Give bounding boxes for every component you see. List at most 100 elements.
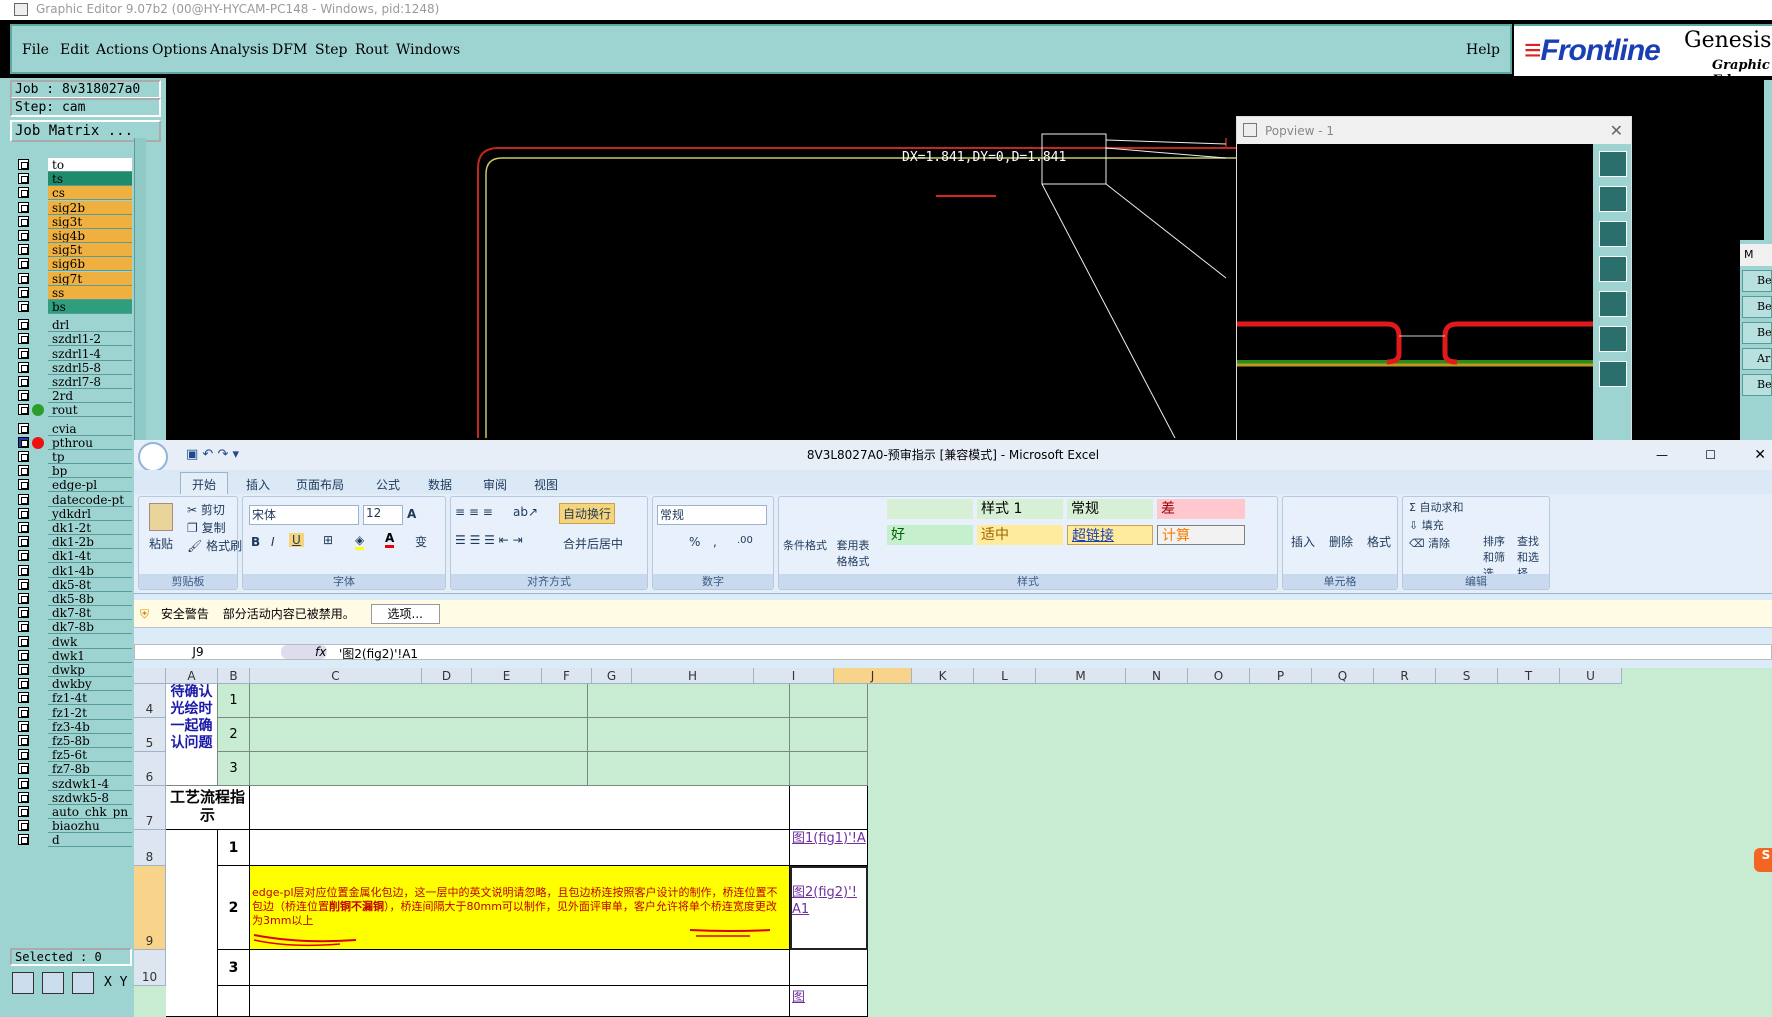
layer-name[interactable]: edge-pl <box>48 478 132 493</box>
layer-checkbox[interactable] <box>18 806 29 817</box>
layer-name[interactable]: 2rd <box>48 389 132 404</box>
style-normal[interactable]: 常规 <box>1067 499 1153 519</box>
layer-name[interactable]: szdrl1-4 <box>48 346 132 361</box>
style-1[interactable]: 样式 1 <box>977 499 1063 519</box>
style-hyperlink[interactable]: 超链接 <box>1067 525 1153 545</box>
layer-name[interactable]: dk1-4t <box>48 549 132 564</box>
menu-step[interactable]: Step <box>315 42 347 58</box>
layer-checkbox[interactable] <box>18 361 29 373</box>
layer-name[interactable]: pthrou <box>48 435 132 450</box>
layer-name[interactable]: ss <box>48 285 132 300</box>
cell-h5[interactable] <box>588 718 790 752</box>
cell-c11[interactable] <box>250 986 790 1017</box>
layer-name[interactable]: szdrl1-2 <box>48 332 132 347</box>
security-options-button[interactable]: 选项... <box>370 604 440 624</box>
format-as-table-button[interactable]: 套用表格格式 <box>833 537 873 569</box>
column-header[interactable]: M <box>1036 668 1126 684</box>
menu-windows[interactable]: Windows <box>396 42 460 58</box>
style-good[interactable]: 好 <box>887 525 973 545</box>
layer-checkbox[interactable] <box>18 436 29 448</box>
layer-checkbox[interactable] <box>18 735 29 746</box>
font-name-select[interactable]: 宋体 <box>249 505 359 525</box>
row-header[interactable]: 7 <box>134 786 166 830</box>
quick-access-save-icon[interactable]: ▣ ↶ ↷ ▾ <box>186 440 239 470</box>
tab-formulas[interactable]: 公式 <box>376 476 400 493</box>
column-header[interactable]: B <box>218 668 250 684</box>
column-header[interactable]: O <box>1188 668 1250 684</box>
layer-name[interactable]: sig2b <box>48 200 132 215</box>
layer-name[interactable]: ts <box>48 172 132 187</box>
layer-checkbox[interactable] <box>18 664 29 675</box>
layer-checkbox[interactable] <box>18 578 29 590</box>
column-header[interactable]: N <box>1126 668 1188 684</box>
cell-b8[interactable]: 1 <box>218 830 250 866</box>
grow-font-button[interactable]: A <box>407 507 416 521</box>
column-header[interactable]: I <box>754 668 834 684</box>
layer-row[interactable]: szdrl1-4 <box>12 346 132 361</box>
pan-down-icon[interactable] <box>1599 221 1627 247</box>
layer-row[interactable]: fz3-4b <box>12 719 132 734</box>
layer-checkbox[interactable] <box>18 422 29 434</box>
layer-checkbox[interactable] <box>18 536 29 548</box>
layer-checkbox[interactable] <box>18 621 29 633</box>
layer-row[interactable]: szdrl1-2 <box>12 332 132 347</box>
column-header[interactable]: F <box>542 668 592 684</box>
layer-name[interactable]: bs <box>48 300 132 314</box>
layer-checkbox[interactable] <box>18 286 29 298</box>
close-excel-icon[interactable]: ✕ <box>1754 440 1766 470</box>
layer-name[interactable]: dwk <box>48 634 132 649</box>
layer-row[interactable]: ydkdrl <box>12 506 132 521</box>
layer-row[interactable]: sig5t <box>12 243 132 258</box>
menu-edit[interactable]: Edit <box>60 42 89 58</box>
layer-checkbox[interactable] <box>18 749 29 761</box>
increase-decimal-button[interactable]: .00 <box>737 535 753 546</box>
layer-name[interactable]: sig3t <box>48 214 132 229</box>
font-size-select[interactable]: 12 <box>363 505 403 525</box>
layer-checkbox[interactable] <box>18 550 29 562</box>
fill-color-icon[interactable]: ◈ <box>355 533 365 550</box>
layer-name[interactable]: dk5-8b <box>48 592 132 606</box>
stub-item[interactable]: Be <box>1742 322 1772 344</box>
wrap-text-button[interactable]: 自动换行 <box>559 503 616 524</box>
row-header[interactable]: 10 <box>134 950 166 986</box>
tab-home[interactable]: 开始 <box>180 472 228 494</box>
stub-item[interactable]: Ar <box>1742 348 1772 370</box>
zoom-tool-icon[interactable] <box>12 972 34 994</box>
cell-j5[interactable] <box>790 718 868 752</box>
paste-button[interactable]: 粘贴 <box>149 535 173 552</box>
italic-button[interactable]: I <box>271 535 275 549</box>
layer-row[interactable]: szdrl5-8 <box>12 360 132 375</box>
phonetic-button[interactable]: 变 <box>415 533 427 550</box>
layer-checkbox[interactable] <box>18 451 29 462</box>
layer-checkbox[interactable] <box>18 493 29 505</box>
cell-c6[interactable] <box>250 752 588 786</box>
layer-checkbox[interactable] <box>18 465 29 477</box>
comma-button[interactable]: , <box>713 535 717 549</box>
menu-dfm[interactable]: DFM <box>272 42 307 58</box>
layer-row[interactable]: drl <box>12 318 132 333</box>
layer-row[interactable]: szdwk5-8 <box>12 790 132 805</box>
layer-name[interactable]: rout <box>48 403 132 418</box>
layer-row[interactable]: dwkby <box>12 677 132 692</box>
ime-icon[interactable]: S <box>1754 848 1772 872</box>
format-painter-button[interactable]: 🖌 格式刷 <box>187 537 242 554</box>
bold-button[interactable]: B <box>251 535 260 549</box>
layer-checkbox[interactable] <box>18 706 29 718</box>
menu-rout[interactable]: Rout <box>355 42 389 58</box>
cell-j4[interactable] <box>790 684 868 718</box>
fill-button[interactable]: ⇩ 填充 <box>1409 517 1444 533</box>
pan-up-icon[interactable] <box>1599 186 1627 212</box>
layer-checkbox[interactable] <box>18 607 29 619</box>
layer-row[interactable]: biaozhu <box>12 819 132 834</box>
column-header[interactable]: Q <box>1312 668 1374 684</box>
layer-row[interactable]: d <box>12 833 132 848</box>
cell-c5[interactable] <box>250 718 588 752</box>
layer-checkbox[interactable] <box>18 678 29 690</box>
layer-name[interactable]: szdwk5-8 <box>48 790 132 805</box>
layer-checkbox[interactable] <box>18 720 29 732</box>
layer-row[interactable]: sig6b <box>12 257 132 272</box>
tab-review[interactable]: 审阅 <box>483 476 507 493</box>
layer-name[interactable]: dk7-8b <box>48 620 132 635</box>
cut-button[interactable]: ✂ 剪切 <box>187 501 225 518</box>
column-header[interactable]: D <box>422 668 472 684</box>
